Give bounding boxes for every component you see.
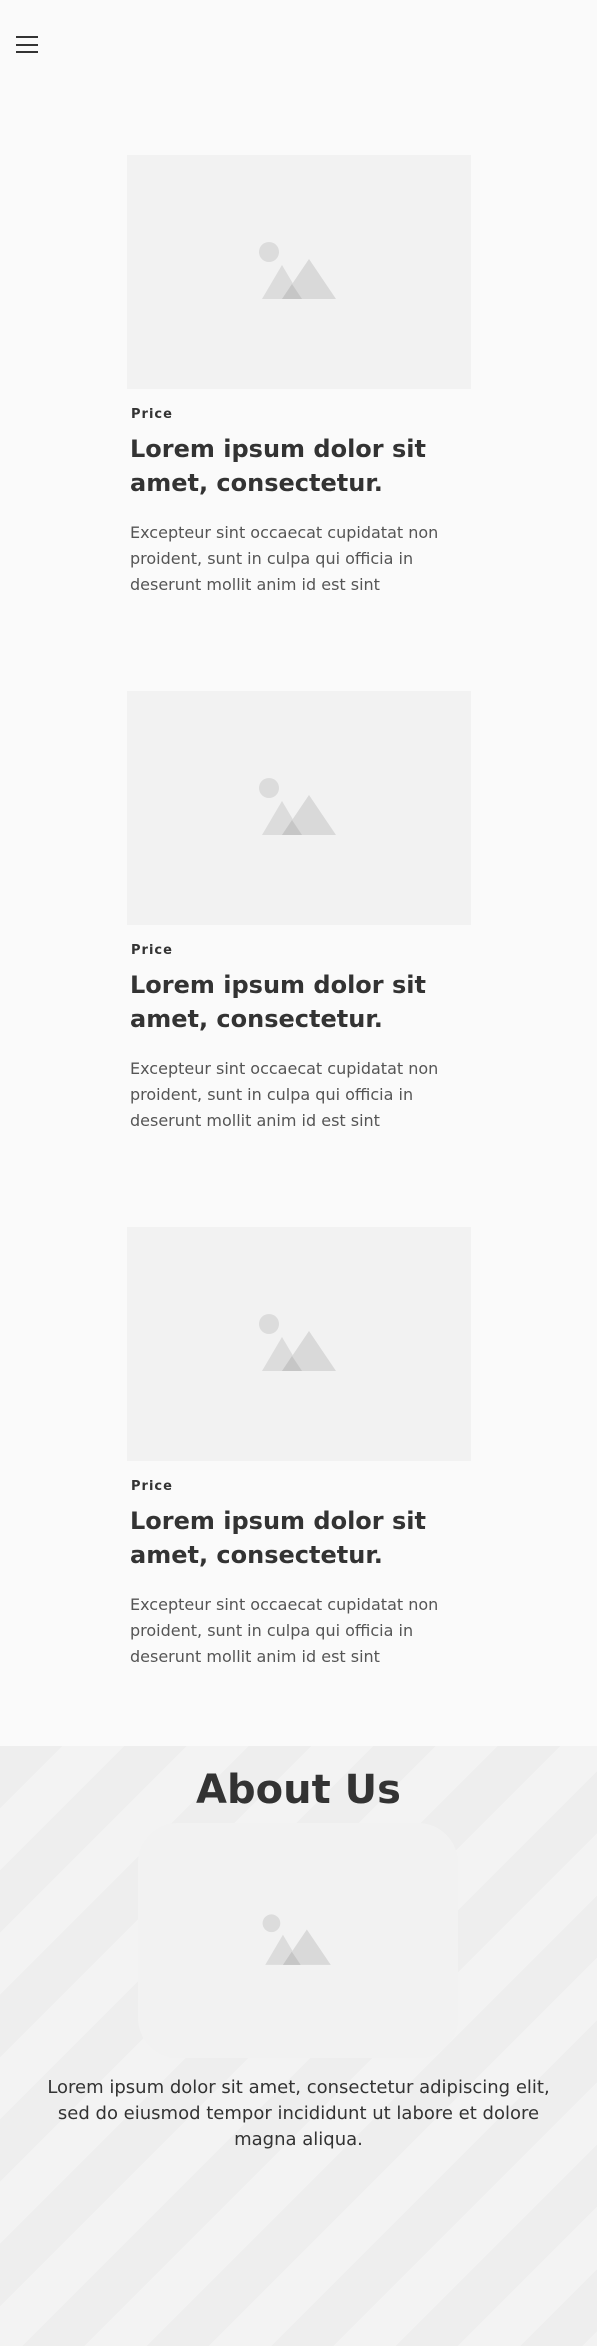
card-title: Lorem ipsum dolor sit amet, consectetur. [130,1507,426,1569]
image-placeholder-icon [262,1913,331,1965]
card-text: Excepteur sint occaecat cupidatat non pr… [130,523,439,594]
card-image [127,1227,471,1461]
image-placeholder-icon [259,778,336,835]
card: Price Lorem ipsum dolor sit amet, consec… [127,155,471,598]
about-section: About Us Lorem ipsum dolor sit amet, con… [0,1746,597,2346]
card-title: Lorem ipsum dolor sit amet, consectetur. [130,435,426,497]
card: Price Lorem ipsum dolor sit amet, consec… [127,1227,471,1670]
card-image [127,155,471,389]
about-image [138,1823,458,2058]
card-label: Price [131,943,173,958]
card-label: Price [131,1479,173,1494]
image-placeholder-icon [259,242,336,299]
card-label: Price [131,407,173,422]
about-title: About Us [196,1767,401,1813]
card-text: Excepteur sint occaecat cupidatat non pr… [130,1059,439,1130]
card-text: Excepteur sint occaecat cupidatat non pr… [130,1595,439,1666]
card: Price Lorem ipsum dolor sit amet, consec… [127,691,471,1134]
card-image [127,691,471,925]
card-title: Lorem ipsum dolor sit amet, consectetur. [130,971,426,1033]
hamburger-menu-icon[interactable] [16,36,38,53]
about-text: Lorem ipsum dolor sit amet, consectetur … [47,2077,550,2150]
image-placeholder-icon [259,1314,336,1371]
